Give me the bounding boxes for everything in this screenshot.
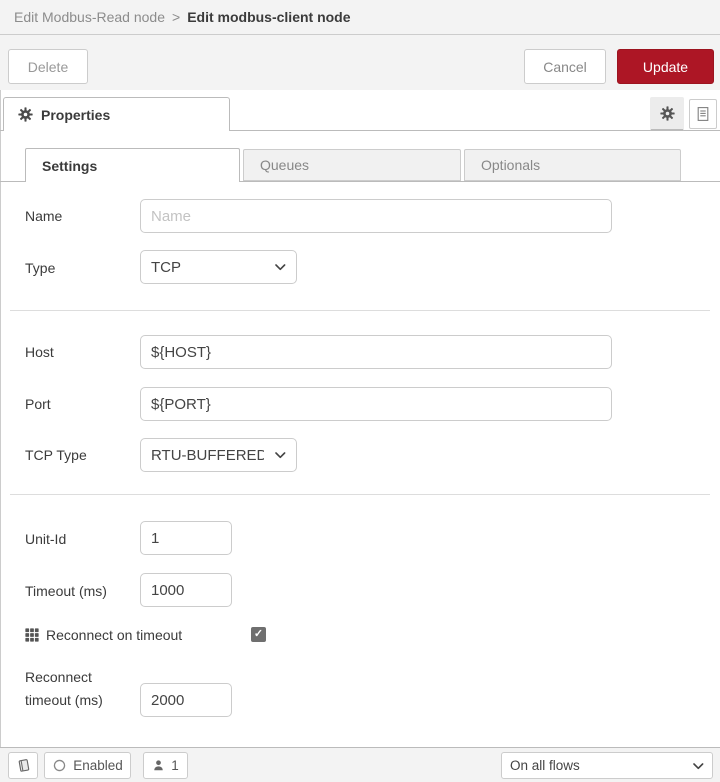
tab-queues-label: Queues — [260, 157, 310, 173]
book-icon — [16, 758, 31, 773]
type-select-wrap: TCP — [140, 250, 297, 284]
properties-tab-label: Properties — [41, 106, 111, 123]
delete-button[interactable]: Delete — [8, 49, 88, 84]
tray-left-border — [0, 90, 1, 748]
reconnect-timeout-input[interactable] — [140, 683, 232, 717]
breadcrumb: Edit Modbus-Read node > Edit modbus-clie… — [0, 0, 720, 35]
section-divider — [10, 494, 710, 495]
node-help-button[interactable] — [8, 752, 38, 779]
breadcrumb-current: Edit modbus-client node — [187, 9, 351, 25]
host-input[interactable] — [140, 335, 612, 369]
timeout-label: Timeout (ms) — [25, 583, 107, 599]
cancel-button[interactable]: Cancel — [524, 49, 606, 84]
user-icon — [152, 759, 165, 772]
port-label: Port — [25, 396, 51, 412]
section-divider — [10, 310, 710, 311]
tab-properties[interactable]: Properties — [3, 97, 230, 131]
dialog-toolbar: Delete Cancel Update — [0, 35, 720, 90]
node-description-button[interactable] — [689, 99, 717, 129]
tab-queues[interactable]: Queues — [243, 149, 461, 181]
scope-select-wrap: On all flows — [501, 752, 713, 779]
node-users-button[interactable]: 1 — [143, 752, 188, 779]
host-label: Host — [25, 344, 54, 360]
tab-settings[interactable]: Settings — [25, 148, 240, 182]
name-label: Name — [25, 208, 63, 224]
tab-settings-label: Settings — [42, 157, 98, 174]
circle-icon — [52, 758, 67, 773]
scope-select[interactable]: On all flows — [501, 752, 713, 779]
name-input[interactable] — [140, 199, 612, 233]
edit-node-dialog: Edit Modbus-Read node > Edit modbus-clie… — [0, 0, 720, 782]
node-settings-button[interactable] — [650, 97, 684, 131]
gear-icon — [659, 106, 675, 121]
type-select[interactable]: TCP — [140, 250, 297, 284]
port-input[interactable] — [140, 387, 612, 421]
timeout-input[interactable] — [140, 573, 232, 607]
reconnect-timeout-label: Reconnect timeout (ms) — [25, 669, 103, 708]
document-icon — [695, 106, 711, 122]
unit-id-input[interactable] — [140, 521, 232, 555]
checkmark-icon: ✓ — [253, 628, 264, 640]
enabled-label: Enabled — [73, 758, 123, 773]
unit-id-label: Unit-Id — [25, 531, 67, 547]
reconnect-on-timeout-label: Reconnect on timeout — [25, 627, 182, 643]
reconnect-on-timeout-checkbox[interactable]: ✓ — [251, 627, 266, 642]
node-enabled-toggle[interactable]: Enabled — [44, 752, 131, 779]
gear-icon — [18, 107, 33, 122]
grid-icon — [25, 628, 39, 642]
tab-optionals-label: Optionals — [481, 157, 541, 173]
tcp-type-select-wrap: RTU-BUFFERED — [140, 438, 297, 472]
tab-optionals[interactable]: Optionals — [464, 149, 681, 181]
tcp-type-label: TCP Type — [25, 447, 87, 463]
breadcrumb-separator: > — [172, 9, 181, 25]
tcp-type-select[interactable]: RTU-BUFFERED — [140, 438, 297, 472]
dialog-footer: Enabled 1 On all flows — [0, 747, 720, 782]
user-count: 1 — [171, 758, 179, 773]
breadcrumb-parent[interactable]: Edit Modbus-Read node — [14, 9, 165, 25]
type-label: Type — [25, 260, 56, 276]
update-button[interactable]: Update — [617, 49, 714, 84]
